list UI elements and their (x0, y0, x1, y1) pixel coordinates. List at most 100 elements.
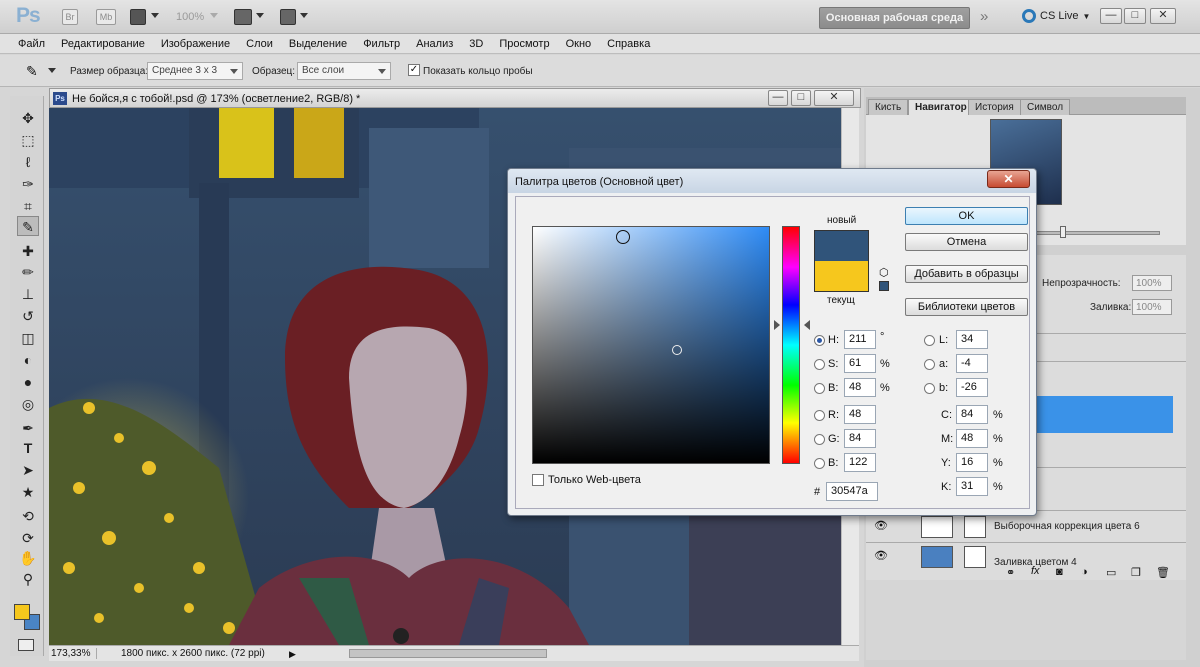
link-layers-icon[interactable]: ⚭ (1006, 566, 1015, 579)
chevron-down-icon[interactable] (300, 13, 308, 18)
b-channel-input[interactable]: -26 (956, 378, 988, 397)
doc-minimize-button[interactable]: — (768, 90, 788, 106)
arrange-documents-icon[interactable] (234, 9, 252, 25)
ok-button[interactable]: OK (905, 207, 1028, 225)
menu-window[interactable]: Окно (566, 34, 600, 53)
tab-brush[interactable]: Кисть (868, 99, 909, 115)
hue-input[interactable]: 211 (844, 330, 876, 349)
menu-view[interactable]: Просмотр (499, 34, 557, 53)
navigator-slider-handle[interactable] (1060, 226, 1066, 238)
bridge-icon[interactable]: Br (62, 9, 78, 25)
add-mask-icon[interactable]: ◙ (1056, 566, 1063, 578)
marquee-tool[interactable]: ⬚ (17, 130, 39, 150)
tab-history[interactable]: История (968, 99, 1021, 115)
cancel-button[interactable]: Отмена (905, 233, 1028, 251)
sample-select[interactable]: Все слои (297, 62, 391, 80)
horizontal-scrollbar[interactable] (349, 649, 547, 658)
red-radio[interactable] (814, 410, 825, 421)
view-extras-icon[interactable] (130, 9, 146, 25)
a-channel-input[interactable]: -4 (956, 354, 988, 373)
workspace-button[interactable]: Основная рабочая среда (819, 7, 970, 29)
chevron-down-icon[interactable] (210, 13, 218, 18)
show-ring-checkbox[interactable]: ✓ (408, 64, 420, 76)
eyedropper-icon[interactable]: ✎ (26, 63, 38, 80)
quick-select-tool[interactable]: ✑ (17, 174, 39, 194)
cs-live-menu[interactable]: CS Live ▼ (1022, 9, 1090, 23)
blue-radio[interactable] (814, 458, 825, 469)
foreground-color-swatch[interactable] (14, 604, 30, 620)
doc-close-button[interactable]: ✕ (814, 90, 854, 106)
hue-slider-left-arrow-icon[interactable] (774, 320, 780, 330)
chevron-down-icon[interactable] (48, 68, 56, 73)
tab-character[interactable]: Символ (1020, 99, 1071, 115)
blue-input[interactable]: 122 (844, 453, 876, 472)
menu-3d[interactable]: 3D (469, 34, 491, 53)
status-menu-icon[interactable]: ▶ (289, 649, 296, 660)
brush-tool[interactable]: ✏ (17, 262, 39, 282)
color-field[interactable] (532, 226, 770, 464)
green-input[interactable]: 84 (844, 429, 876, 448)
type-tool[interactable]: T (17, 438, 39, 458)
doc-maximize-button[interactable]: □ (791, 90, 811, 106)
chevron-down-icon[interactable] (256, 13, 264, 18)
paint-bucket-tool[interactable]: ◐ (17, 350, 39, 370)
move-tool[interactable]: ✥ (17, 108, 39, 128)
dodge-tool[interactable]: ◎ (17, 394, 39, 414)
a-channel-radio[interactable] (924, 359, 935, 370)
menu-image[interactable]: Изображение (161, 34, 238, 53)
brightness-input[interactable]: 48 (844, 378, 876, 397)
red-input[interactable]: 48 (844, 405, 876, 424)
saturation-input[interactable]: 61 (844, 354, 876, 373)
hand-tool[interactable]: ✋ (17, 548, 39, 568)
tab-navigator[interactable]: Навигатор (908, 99, 974, 115)
new-layer-icon[interactable]: ❐ (1131, 566, 1141, 579)
menu-analysis[interactable]: Анализ (416, 34, 461, 53)
pen-tool[interactable]: ✒ (17, 418, 39, 438)
menu-layers[interactable]: Слои (246, 34, 281, 53)
current-color-swatch[interactable] (814, 261, 869, 292)
black-input[interactable]: 31 (956, 477, 988, 496)
b-channel-radio[interactable] (924, 383, 935, 394)
3d-orbit-tool[interactable]: ⟳ (17, 528, 39, 548)
lightness-radio[interactable] (924, 335, 935, 346)
menu-select[interactable]: Выделение (289, 34, 355, 53)
hue-slider-right-arrow-icon[interactable] (804, 320, 810, 330)
hue-radio[interactable] (814, 335, 825, 346)
eye-icon[interactable]: 👁 (874, 549, 888, 562)
zoom-readout[interactable]: 173,33% (51, 648, 98, 659)
cyan-input[interactable]: 84 (956, 405, 988, 424)
lightness-input[interactable]: 34 (956, 330, 988, 349)
hex-input[interactable]: 30547a (826, 482, 878, 501)
magenta-input[interactable]: 48 (956, 429, 988, 448)
minimize-button[interactable]: — (1100, 8, 1122, 24)
yellow-input[interactable]: 16 (956, 453, 988, 472)
adjustment-layer-icon[interactable]: ◑ (1081, 566, 1088, 578)
color-libraries-button[interactable]: Библиотеки цветов (905, 298, 1028, 316)
brightness-radio[interactable] (814, 383, 825, 394)
chevron-down-icon[interactable] (151, 13, 159, 18)
opacity-input[interactable]: 100% (1132, 275, 1172, 291)
selected-layer-row[interactable] (1036, 396, 1173, 433)
new-group-icon[interactable]: ▭ (1106, 566, 1116, 579)
menu-filter[interactable]: Фильтр (363, 34, 408, 53)
zoom-level-select[interactable]: 100% (176, 11, 204, 23)
sample-size-select[interactable]: Среднее 3 х 3 (147, 62, 243, 80)
out-of-gamut-cube-icon[interactable]: ⬡ (879, 266, 889, 279)
dialog-close-button[interactable]: ✕ (987, 170, 1030, 188)
green-radio[interactable] (814, 434, 825, 445)
web-colors-only-checkbox[interactable] (532, 474, 544, 486)
eraser-tool[interactable]: ◫ (17, 328, 39, 348)
stamp-tool[interactable]: ⊥ (17, 284, 39, 304)
menu-file[interactable]: Файл (18, 34, 53, 53)
saturation-radio[interactable] (814, 359, 825, 370)
blur-tool[interactable]: ● (17, 372, 39, 392)
color-field-cursor[interactable] (616, 230, 630, 244)
zoom-tool[interactable]: ⚲ (17, 569, 39, 589)
add-to-swatches-button[interactable]: Добавить в образцы (905, 265, 1028, 283)
history-brush-tool[interactable]: ↺ (17, 306, 39, 326)
quick-mask-icon[interactable] (18, 639, 34, 651)
hue-slider[interactable] (782, 226, 800, 464)
eye-icon[interactable]: 👁 (874, 519, 888, 532)
healing-tool[interactable]: ✚ (17, 241, 39, 261)
eyedropper-tool[interactable]: ✎ (17, 216, 39, 236)
